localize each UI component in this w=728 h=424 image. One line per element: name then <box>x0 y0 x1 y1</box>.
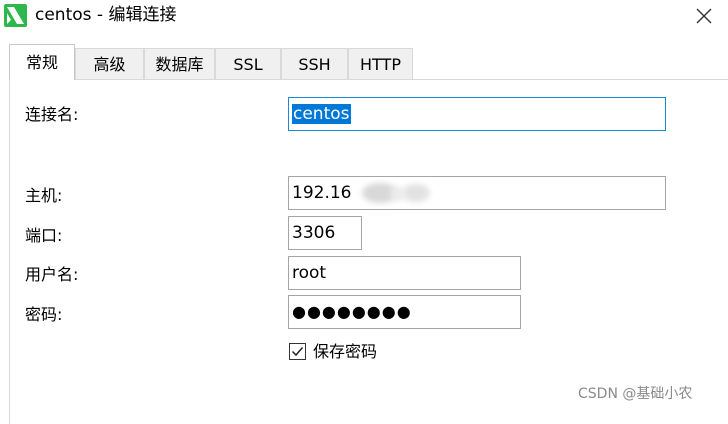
username-label: 用户名: <box>25 265 79 284</box>
host-input[interactable]: 192.16 <box>288 176 666 210</box>
tab-bar: 常规 高级 数据库 SSL SSH HTTP <box>0 44 728 80</box>
navicat-icon <box>4 4 27 27</box>
tab-ssl[interactable]: SSL <box>215 48 281 79</box>
title-bar: centos - 编辑连接 <box>0 0 728 32</box>
host-label: 主机: <box>25 186 63 205</box>
port-value: 3306 <box>292 223 336 243</box>
tab-http[interactable]: HTTP <box>348 48 413 79</box>
password-value: ●●●●●●●● <box>292 302 412 321</box>
window-title: centos - 编辑连接 <box>35 5 177 25</box>
connection-name-value: centos <box>292 104 351 124</box>
connection-name-label: 连接名: <box>25 105 79 124</box>
save-password-label[interactable]: 保存密码 <box>313 341 377 363</box>
checkmark-icon <box>291 347 304 357</box>
password-label: 密码: <box>25 305 63 324</box>
watermark: CSDN @基础小农 <box>578 386 693 402</box>
close-icon <box>696 8 712 24</box>
port-label: 端口: <box>25 226 63 245</box>
save-password-checkbox[interactable] <box>289 343 306 360</box>
connection-name-input[interactable]: centos <box>288 97 666 131</box>
tab-general[interactable]: 常规 <box>9 44 75 80</box>
close-button[interactable] <box>690 3 718 29</box>
username-input[interactable]: root <box>288 256 521 290</box>
port-input[interactable]: 3306 <box>288 216 362 250</box>
username-value: root <box>292 263 327 283</box>
host-value: 192.16 <box>292 183 352 203</box>
password-input[interactable]: ●●●●●●●● <box>288 295 521 329</box>
tab-advanced[interactable]: 高级 <box>75 48 144 79</box>
tab-databases[interactable]: 数据库 <box>144 48 215 79</box>
tab-ssh[interactable]: SSH <box>281 48 348 79</box>
